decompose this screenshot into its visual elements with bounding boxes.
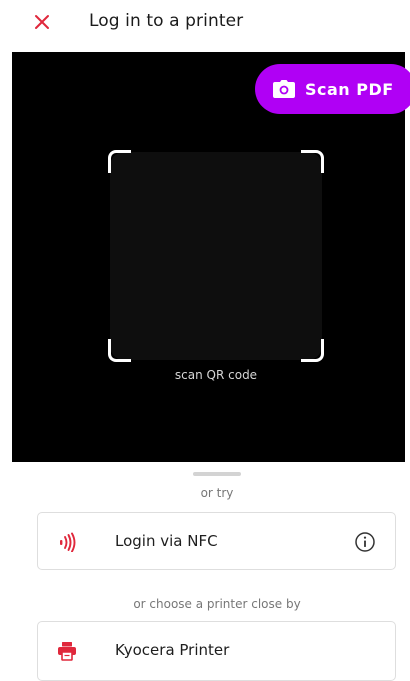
info-icon — [355, 532, 375, 552]
close-icon — [35, 15, 49, 29]
printer-option-label: Kyocera Printer — [115, 641, 230, 659]
info-button[interactable] — [353, 530, 377, 554]
frame-corner-top-right — [301, 150, 324, 173]
frame-corner-bottom-left — [108, 339, 131, 362]
app-header: Log in to a printer — [0, 0, 410, 50]
qr-scan-hint: scan QR code — [174, 368, 258, 382]
printer-icon — [56, 640, 78, 662]
nfc-option-label: Login via NFC — [115, 532, 218, 550]
printer-option[interactable]: Kyocera Printer — [37, 621, 396, 681]
scan-pdf-label: Scan PDF — [305, 79, 394, 99]
bottom-sheet-handle[interactable] — [193, 472, 241, 476]
nfc-icon — [56, 531, 78, 553]
camera-icon — [273, 80, 295, 98]
close-button[interactable] — [28, 8, 56, 36]
frame-corner-top-left — [108, 150, 131, 173]
frame-corner-bottom-right — [301, 339, 324, 362]
or-try-label: or try — [200, 486, 234, 500]
page-title: Log in to a printer — [89, 11, 244, 31]
scan-pdf-button[interactable]: Scan PDF — [255, 64, 410, 114]
login-nfc-option[interactable]: Login via NFC — [37, 512, 396, 570]
qr-scan-frame — [108, 150, 324, 362]
or-choose-label: or choose a printer close by — [133, 597, 301, 611]
